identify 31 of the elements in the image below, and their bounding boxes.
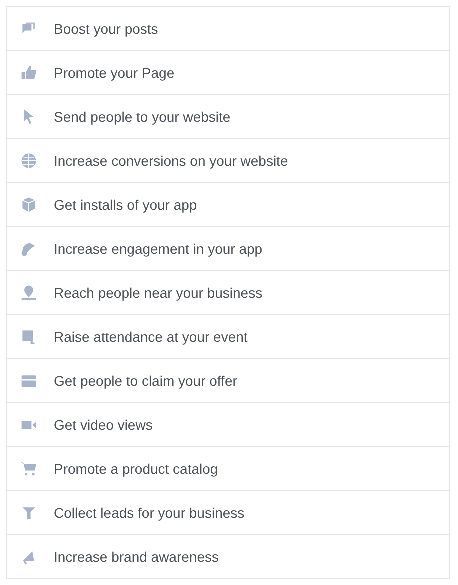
cube-icon xyxy=(20,196,38,214)
objective-item[interactable]: Promote a product catalog xyxy=(7,447,449,491)
objective-item[interactable]: Increase conversions on your website xyxy=(7,139,449,183)
objective-label: Get video views xyxy=(54,416,153,432)
location-pin-icon xyxy=(20,284,38,302)
objective-label: Increase conversions on your website xyxy=(54,152,288,168)
objective-item[interactable]: Promote your Page xyxy=(7,51,449,95)
objective-item[interactable]: Collect leads for your business xyxy=(7,491,449,535)
objective-item[interactable]: Get people to claim your offer xyxy=(7,359,449,403)
objective-item[interactable]: Increase brand awareness xyxy=(7,535,449,579)
objective-label: Increase brand awareness xyxy=(54,548,219,564)
objective-item[interactable]: Raise attendance at your event xyxy=(7,315,449,359)
objective-item[interactable]: Send people to your website xyxy=(7,95,449,139)
globe-icon xyxy=(20,152,38,170)
objective-label: Get installs of your app xyxy=(54,196,198,212)
objective-label: Boost your posts xyxy=(54,20,158,36)
objective-item[interactable]: Get installs of your app xyxy=(7,183,449,227)
objective-label: Increase engagement in your app xyxy=(54,240,263,256)
objective-label: Promote a product catalog xyxy=(54,460,218,476)
objective-item[interactable]: Get video views xyxy=(7,403,449,447)
objective-label: Collect leads for your business xyxy=(54,504,245,520)
thumbs-up-icon xyxy=(20,64,38,82)
objective-label: Get people to claim your offer xyxy=(54,372,238,388)
objective-item[interactable]: Boost your posts xyxy=(7,7,449,51)
objective-item[interactable]: Increase engagement in your app xyxy=(7,227,449,271)
objective-label: Raise attendance at your event xyxy=(54,328,248,344)
objective-label: Send people to your website xyxy=(54,108,231,124)
shopping-cart-icon xyxy=(20,460,38,478)
objective-label: Reach people near your business xyxy=(54,284,263,300)
objective-label: Promote your Page xyxy=(54,64,175,80)
objective-item[interactable]: Reach people near your business xyxy=(7,271,449,315)
